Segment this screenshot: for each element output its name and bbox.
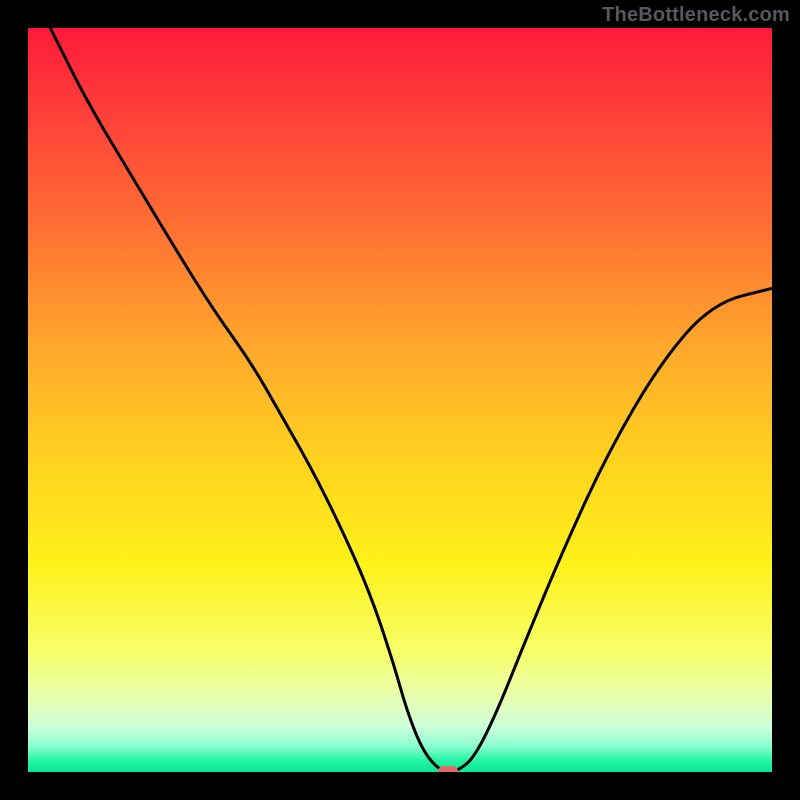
chart-stage: TheBottleneck.com <box>0 0 800 800</box>
plot-area <box>28 28 772 772</box>
minimum-marker <box>438 766 458 772</box>
chart-svg <box>28 28 772 772</box>
watermark-text: TheBottleneck.com <box>602 4 790 27</box>
gradient-background <box>28 28 772 772</box>
